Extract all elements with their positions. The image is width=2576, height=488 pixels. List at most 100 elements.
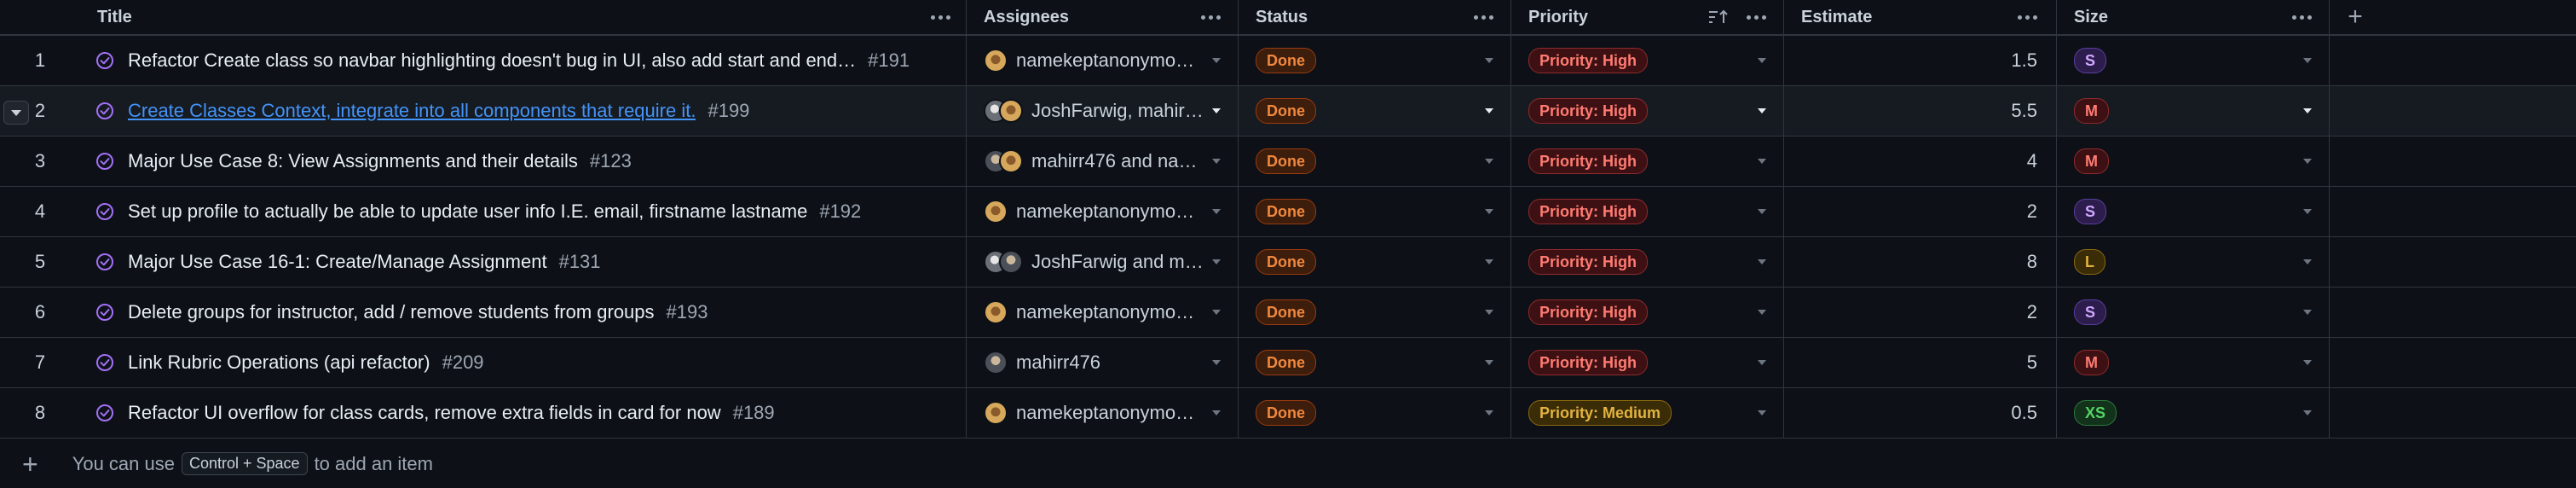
- chevron-down-icon[interactable]: [2303, 360, 2312, 365]
- chevron-down-icon[interactable]: [2303, 310, 2312, 315]
- column-header-estimate[interactable]: Estimate: [1784, 0, 2057, 34]
- kebab-icon[interactable]: [931, 15, 950, 20]
- title-cell[interactable]: Delete groups for instructor, add / remo…: [80, 288, 967, 337]
- chevron-down-icon[interactable]: [1485, 58, 1493, 63]
- size-cell[interactable]: S: [2057, 288, 2330, 337]
- chevron-down-icon[interactable]: [1485, 209, 1493, 214]
- size-cell[interactable]: M: [2057, 338, 2330, 387]
- estimate-cell[interactable]: 1.5: [1784, 36, 2057, 85]
- chevron-down-icon[interactable]: [1758, 259, 1766, 264]
- status-cell[interactable]: Done: [1239, 187, 1511, 236]
- size-cell[interactable]: L: [2057, 237, 2330, 287]
- assignees-cell[interactable]: JoshFarwig, mahir…: [967, 86, 1239, 136]
- chevron-down-icon[interactable]: [1758, 410, 1766, 415]
- status-cell[interactable]: Done: [1239, 137, 1511, 186]
- assignees-cell[interactable]: namekeptanonymo…: [967, 36, 1239, 85]
- size-cell[interactable]: S: [2057, 187, 2330, 236]
- size-cell[interactable]: S: [2057, 36, 2330, 85]
- priority-cell[interactable]: Priority: Medium: [1511, 388, 1784, 438]
- status-cell[interactable]: Done: [1239, 237, 1511, 287]
- estimate-cell[interactable]: 5.5: [1784, 86, 2057, 136]
- status-cell[interactable]: Done: [1239, 36, 1511, 85]
- table-row[interactable]: 5 Major Use Case 16-1: Create/Manage Ass…: [0, 237, 2576, 288]
- table-row[interactable]: 3 Major Use Case 8: View Assignments and…: [0, 137, 2576, 187]
- add-item-row[interactable]: + You can use Control + Space to add an …: [0, 439, 2576, 488]
- issue-title-link[interactable]: Create Classes Context, integrate into a…: [128, 100, 696, 122]
- chevron-down-icon[interactable]: [1758, 209, 1766, 214]
- kebab-icon[interactable]: [2018, 15, 2037, 20]
- chevron-down-icon[interactable]: [1212, 58, 1221, 63]
- chevron-down-icon[interactable]: [2303, 58, 2312, 63]
- column-header-assignees[interactable]: Assignees: [967, 0, 1239, 34]
- size-cell[interactable]: XS: [2057, 388, 2330, 438]
- chevron-down-icon[interactable]: [1758, 360, 1766, 365]
- status-cell[interactable]: Done: [1239, 388, 1511, 438]
- priority-cell[interactable]: Priority: High: [1511, 36, 1784, 85]
- chevron-down-icon[interactable]: [2303, 159, 2312, 164]
- issue-title-link[interactable]: Link Rubric Operations (api refactor): [128, 351, 430, 374]
- chevron-down-icon[interactable]: [1212, 410, 1221, 415]
- priority-cell[interactable]: Priority: High: [1511, 237, 1784, 287]
- column-header-priority[interactable]: Priority: [1511, 0, 1784, 34]
- table-row[interactable]: 4 Set up profile to actually be able to …: [0, 187, 2576, 237]
- kebab-icon[interactable]: [1474, 15, 1493, 20]
- add-column-button[interactable]: +: [2330, 0, 2381, 34]
- estimate-cell[interactable]: 4: [1784, 137, 2057, 186]
- chevron-down-icon[interactable]: [1485, 259, 1493, 264]
- assignees-cell[interactable]: namekeptanonymo…: [967, 187, 1239, 236]
- title-cell[interactable]: Create Classes Context, integrate into a…: [80, 86, 967, 136]
- issue-title-link[interactable]: Delete groups for instructor, add / remo…: [128, 301, 655, 323]
- chevron-down-icon[interactable]: [1758, 159, 1766, 164]
- kebab-icon[interactable]: [2292, 15, 2312, 20]
- status-cell[interactable]: Done: [1239, 338, 1511, 387]
- chevron-down-icon[interactable]: [1212, 159, 1221, 164]
- plus-icon[interactable]: +: [22, 450, 38, 478]
- priority-cell[interactable]: Priority: High: [1511, 137, 1784, 186]
- table-row[interactable]: 8 Refactor UI overflow for class cards, …: [0, 388, 2576, 439]
- title-cell[interactable]: Refactor Create class so navbar highligh…: [80, 36, 967, 85]
- chevron-down-icon[interactable]: [1758, 108, 1766, 113]
- chevron-down-icon[interactable]: [1212, 360, 1221, 365]
- issue-title-link[interactable]: Major Use Case 8: View Assignments and t…: [128, 150, 578, 172]
- title-cell[interactable]: Major Use Case 16-1: Create/Manage Assig…: [80, 237, 967, 287]
- assignees-cell[interactable]: namekeptanonymo…: [967, 288, 1239, 337]
- status-cell[interactable]: Done: [1239, 86, 1511, 136]
- estimate-cell[interactable]: 0.5: [1784, 388, 2057, 438]
- chevron-down-icon[interactable]: [1485, 360, 1493, 365]
- table-row[interactable]: 7 Link Rubric Operations (api refactor) …: [0, 338, 2576, 388]
- priority-cell[interactable]: Priority: High: [1511, 187, 1784, 236]
- table-row[interactable]: 1 Refactor Create class so navbar highli…: [0, 36, 2576, 86]
- issue-title-link[interactable]: Refactor UI overflow for class cards, re…: [128, 402, 721, 424]
- assignees-cell[interactable]: namekeptanonymo…: [967, 388, 1239, 438]
- column-header-title[interactable]: Title: [80, 0, 967, 34]
- chevron-down-icon[interactable]: [2303, 108, 2312, 113]
- assignees-cell[interactable]: mahirr476 and na…: [967, 137, 1239, 186]
- chevron-down-icon[interactable]: [2303, 209, 2312, 214]
- issue-title-link[interactable]: Set up profile to actually be able to up…: [128, 200, 807, 223]
- chevron-down-icon[interactable]: [1212, 259, 1221, 264]
- kebab-icon[interactable]: [1747, 15, 1766, 20]
- column-header-status[interactable]: Status: [1239, 0, 1511, 34]
- assignees-cell[interactable]: mahirr476: [967, 338, 1239, 387]
- estimate-cell[interactable]: 2: [1784, 288, 2057, 337]
- priority-cell[interactable]: Priority: High: [1511, 338, 1784, 387]
- priority-cell[interactable]: Priority: High: [1511, 288, 1784, 337]
- chevron-down-icon[interactable]: [1485, 310, 1493, 315]
- priority-cell[interactable]: Priority: High: [1511, 86, 1784, 136]
- chevron-down-icon[interactable]: [1485, 159, 1493, 164]
- chevron-down-icon[interactable]: [1485, 108, 1493, 113]
- sort-ascending-icon[interactable]: [1707, 9, 1730, 26]
- issue-title-link[interactable]: Refactor Create class so navbar highligh…: [128, 49, 856, 72]
- status-cell[interactable]: Done: [1239, 288, 1511, 337]
- expand-row-toggle[interactable]: [3, 101, 29, 125]
- chevron-down-icon[interactable]: [1758, 58, 1766, 63]
- title-cell[interactable]: Link Rubric Operations (api refactor) #2…: [80, 338, 967, 387]
- title-cell[interactable]: Refactor UI overflow for class cards, re…: [80, 388, 967, 438]
- chevron-down-icon[interactable]: [1212, 209, 1221, 214]
- issue-title-link[interactable]: Major Use Case 16-1: Create/Manage Assig…: [128, 251, 547, 273]
- title-cell[interactable]: Major Use Case 8: View Assignments and t…: [80, 137, 967, 186]
- chevron-down-icon[interactable]: [1485, 410, 1493, 415]
- size-cell[interactable]: M: [2057, 137, 2330, 186]
- estimate-cell[interactable]: 2: [1784, 187, 2057, 236]
- assignees-cell[interactable]: JoshFarwig and m…: [967, 237, 1239, 287]
